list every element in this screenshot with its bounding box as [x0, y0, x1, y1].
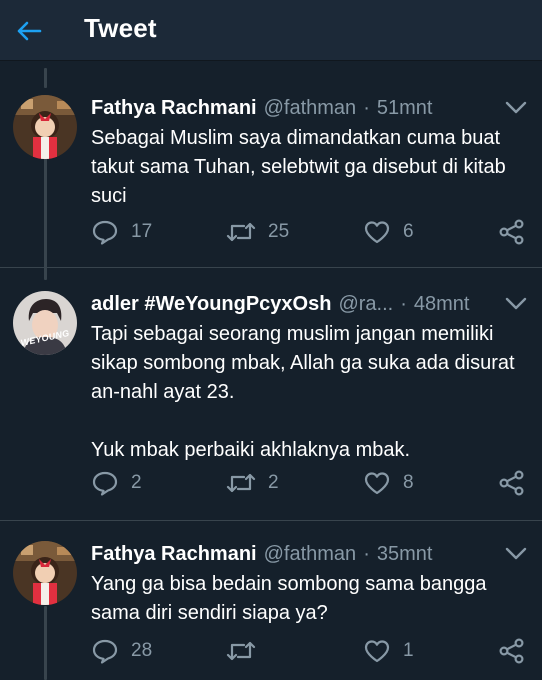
reply-count: 17 — [131, 221, 153, 242]
avatar-image — [13, 95, 77, 159]
tweet-text: Sebagai Muslim saya dimandatkan cuma bua… — [91, 127, 506, 207]
reply-icon — [92, 220, 118, 245]
share-icon — [499, 638, 524, 664]
heart-icon — [364, 640, 390, 663]
tweet-header: Fathya Rachmani @fathman · 35mnt — [91, 540, 484, 568]
heart-icon — [364, 472, 390, 495]
retweet-icon — [226, 641, 256, 661]
author-name[interactable]: adler #WeYoungPcyxOsh — [91, 293, 331, 316]
tweet-header: adler #WeYoungPcyxOsh @ra... · 48mnt — [91, 290, 484, 318]
tweet-actions: 2 2 8 — [91, 468, 531, 498]
author-handle[interactable]: @fathman — [264, 97, 357, 120]
retweet-icon — [226, 473, 256, 493]
back-button[interactable] — [14, 16, 44, 46]
avatar[interactable]: WEYOUNG — [13, 291, 77, 355]
tweet-actions: 28 1 — [91, 636, 531, 666]
divider — [0, 267, 542, 268]
tweet[interactable]: WEYOUNG adler #WeYoungPcyxOsh @ra... · 4… — [0, 288, 542, 518]
like-button[interactable]: 6 — [363, 217, 414, 247]
timestamp[interactable]: 48mnt — [414, 293, 470, 316]
share-icon — [499, 219, 524, 245]
reply-button[interactable]: 2 — [91, 468, 142, 498]
top-bar: Tweet — [0, 0, 542, 61]
reply-count: 2 — [131, 472, 142, 493]
reply-button[interactable]: 28 — [91, 636, 152, 666]
reply-button[interactable]: 17 — [91, 217, 152, 247]
back-arrow-icon — [17, 21, 42, 41]
avatar[interactable] — [13, 541, 77, 605]
like-count: 8 — [403, 472, 414, 493]
heart-icon — [364, 221, 390, 244]
timestamp[interactable]: 51mnt — [377, 97, 433, 120]
chevron-down-icon[interactable] — [504, 544, 528, 562]
avatar-image — [13, 541, 77, 605]
chevron-down-icon[interactable] — [504, 98, 528, 116]
tweet-header: Fathya Rachmani @fathman · 51mnt — [91, 94, 484, 122]
tweet[interactable]: Fathya Rachmani @fathman · 35mnt Yang ga… — [0, 538, 542, 680]
author-name[interactable]: Fathya Rachmani — [91, 97, 257, 120]
tweet-actions: 17 25 6 — [91, 217, 531, 247]
reply-icon — [92, 639, 118, 664]
reply-icon — [92, 471, 118, 496]
like-button[interactable]: 1 — [363, 636, 414, 666]
like-count: 6 — [403, 221, 414, 242]
reply-count: 28 — [131, 640, 153, 661]
timestamp[interactable]: 35mnt — [377, 543, 433, 566]
retweet-count: 2 — [268, 472, 279, 493]
like-button[interactable]: 8 — [363, 468, 414, 498]
share-button[interactable] — [498, 217, 526, 247]
share-button[interactable] — [498, 636, 526, 666]
retweet-button[interactable]: 2 — [226, 468, 279, 498]
tweet[interactable]: Fathya Rachmani @fathman · 51mnt Sebagai… — [0, 92, 542, 262]
separator: · — [363, 542, 370, 565]
thread-line — [44, 68, 47, 88]
tweet-text: Yang ga bisa bedain sombong sama bangga … — [91, 573, 487, 624]
chevron-down-icon[interactable] — [504, 294, 528, 312]
tweet-text: Tapi sebagai seorang muslim jangan memil… — [91, 323, 515, 461]
separator: · — [363, 96, 370, 119]
like-count: 1 — [403, 640, 414, 661]
retweet-count: 25 — [268, 221, 290, 242]
share-button[interactable] — [498, 468, 526, 498]
retweet-icon — [226, 222, 256, 242]
divider — [0, 520, 542, 521]
retweet-button[interactable]: 25 — [226, 217, 289, 247]
retweet-button[interactable] — [226, 636, 268, 666]
author-name[interactable]: Fathya Rachmani — [91, 543, 257, 566]
avatar[interactable] — [13, 95, 77, 159]
share-icon — [499, 470, 524, 496]
page-title: Tweet — [84, 13, 157, 43]
separator: · — [400, 292, 407, 315]
author-handle[interactable]: @ra... — [338, 293, 393, 316]
author-handle[interactable]: @fathman — [264, 543, 357, 566]
